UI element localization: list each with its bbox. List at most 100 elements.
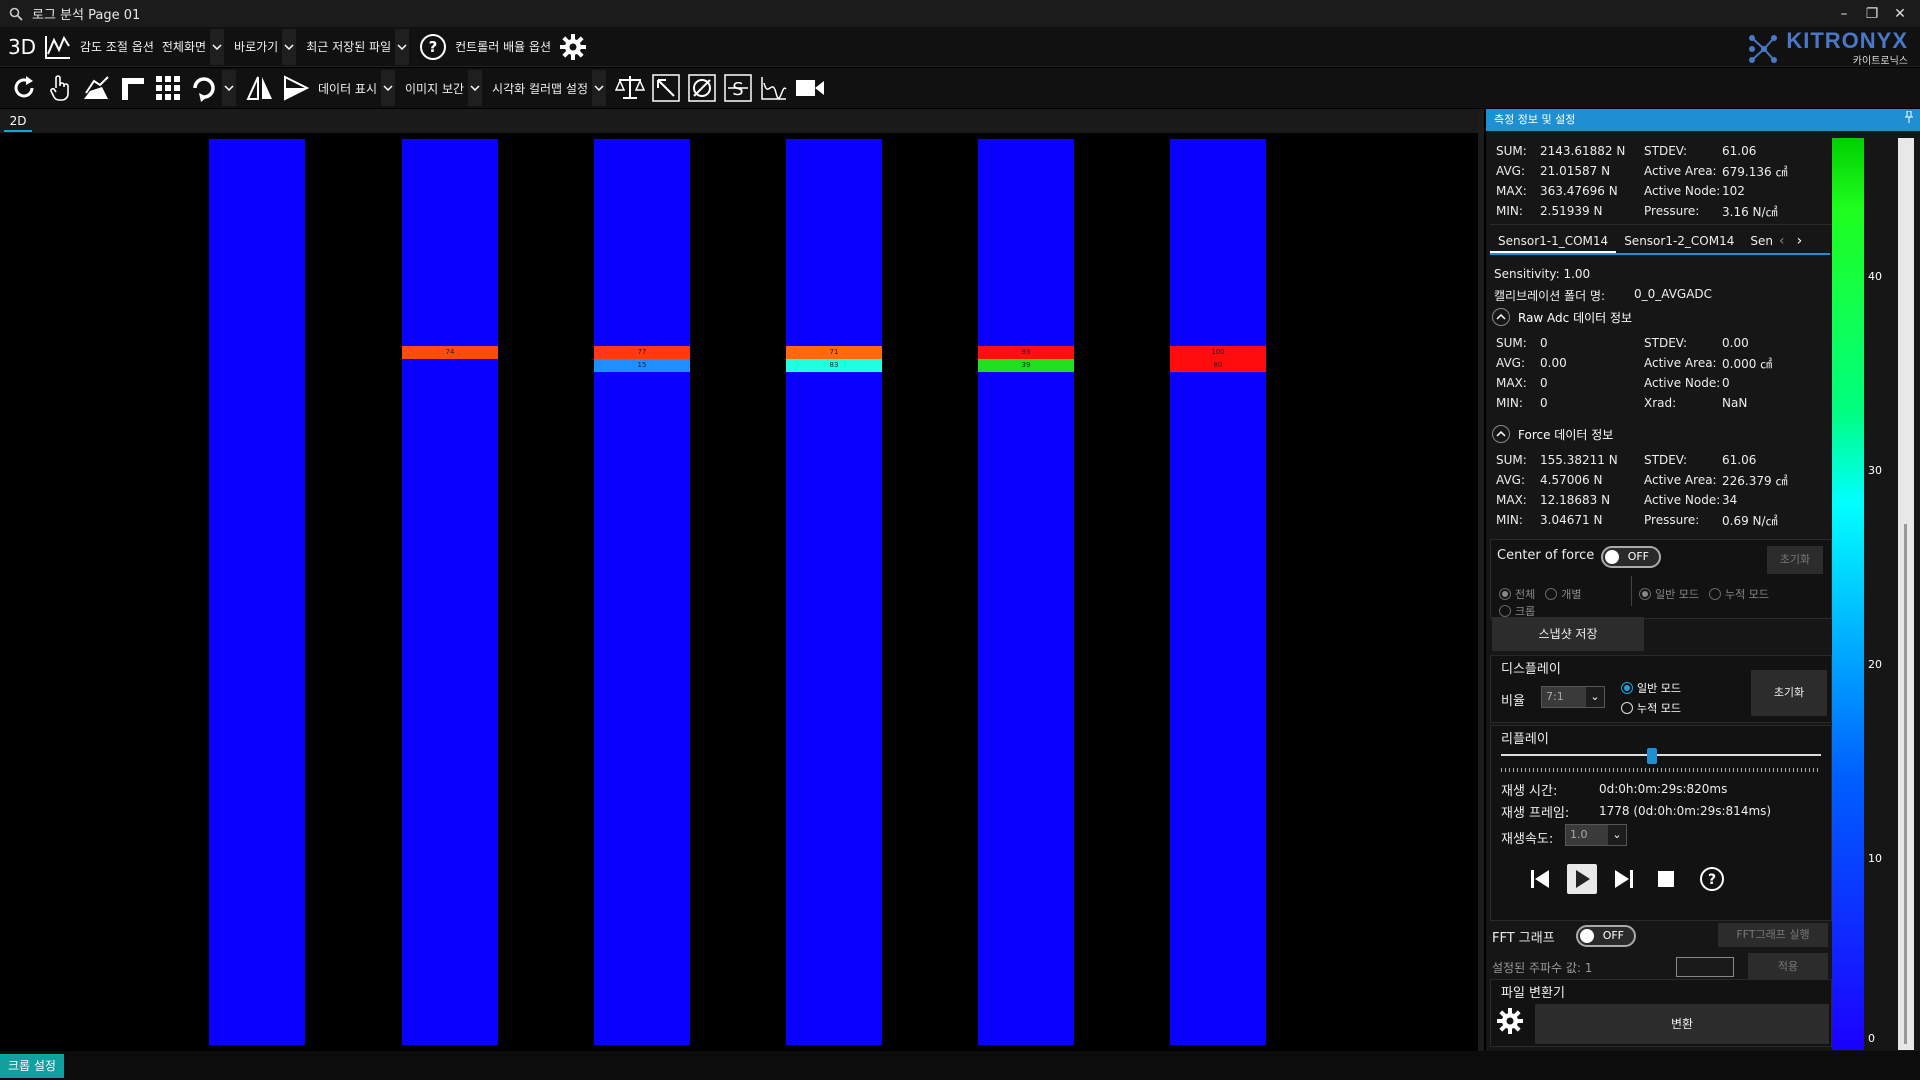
close-button[interactable]: ✕ xyxy=(1886,0,1914,27)
mirror-icon[interactable] xyxy=(280,70,312,106)
chevron-down-icon: ⌄ xyxy=(1586,687,1604,707)
stat-label: AVG: xyxy=(1496,164,1525,178)
splitter[interactable] xyxy=(1478,109,1484,1051)
image-interpolation-dropdown[interactable] xyxy=(468,70,483,106)
display-reset-button[interactable]: 초기화 xyxy=(1751,670,1827,716)
scale-balance-icon[interactable] xyxy=(614,70,646,106)
frequency-input[interactable] xyxy=(1676,957,1734,977)
cof-reset-button[interactable]: 초기화 xyxy=(1767,546,1823,574)
rotate-icon[interactable] xyxy=(188,70,220,106)
sensor-bar: 93 39 xyxy=(978,139,1074,1045)
stat-label: MAX: xyxy=(1496,493,1527,507)
radio-all[interactable]: 전체 xyxy=(1499,586,1535,602)
radio-label: 누적 모드 xyxy=(1724,588,1769,601)
shortcut-dropdown[interactable] xyxy=(282,28,297,65)
play-frame-value: 1778 (0d:0h:0m:29s:814ms) xyxy=(1599,804,1772,818)
replay-slider[interactable] xyxy=(1501,748,1821,764)
stop-icon[interactable] xyxy=(1651,864,1681,894)
crop-settings-button[interactable]: 크롭 설정 xyxy=(0,1054,64,1078)
play-time-value: 0d:0h:0m:29s:820ms xyxy=(1599,782,1728,796)
cof-mode-options: 일반 모드 누적 모드 xyxy=(1639,586,1829,603)
vector-tool-icon[interactable] xyxy=(650,70,682,106)
chevron-up-icon[interactable] xyxy=(1492,425,1510,443)
play-icon[interactable] xyxy=(1567,864,1597,894)
tab-sensor-1-2[interactable]: Sensor1-2_COM14 xyxy=(1616,229,1742,253)
summary-stats: SUM: 2143.61882 N STDEV: 61.06 AVG: 21.01587… xyxy=(1490,141,1832,225)
play-speed-select[interactable]: 1.0 ⌄ xyxy=(1565,824,1627,846)
chevron-left-icon[interactable]: ‹ xyxy=(1779,233,1785,249)
s-curve-icon[interactable]: S xyxy=(722,70,754,106)
radio-display-accum[interactable]: 누적 모드 xyxy=(1621,698,1681,718)
gear-icon[interactable] xyxy=(1495,1006,1525,1036)
center-of-force-toggle[interactable]: OFF xyxy=(1601,546,1661,568)
video-camera-icon[interactable] xyxy=(794,70,826,106)
scrollbar-thumb[interactable] xyxy=(1904,524,1907,1044)
data-display-button[interactable]: 데이터 표시 xyxy=(314,70,381,106)
data-display-dropdown[interactable] xyxy=(381,70,396,106)
radio-label: 전체 xyxy=(1515,588,1536,601)
legend-tick: 0 xyxy=(1868,1032,1875,1045)
play-frame-label: 재생 프레임: xyxy=(1501,806,1570,821)
tab-sensor-1-1[interactable]: Sensor1-1_COM14 xyxy=(1490,229,1617,253)
legend-scrollbar[interactable] xyxy=(1898,138,1914,1050)
radio-dot xyxy=(1708,588,1721,600)
diameter-icon[interactable] xyxy=(686,70,718,106)
stat-label: MIN: xyxy=(1496,396,1523,410)
grid-icon[interactable] xyxy=(152,70,184,106)
image-interpolation-button[interactable]: 이미지 보간 xyxy=(401,70,468,106)
controller-layout-button[interactable]: 컨트롤러 배율 옵션 xyxy=(451,29,555,65)
fft-toggle[interactable]: OFF xyxy=(1576,925,1636,947)
recent-file-button[interactable]: 최근 저장된 파일 xyxy=(302,29,395,65)
shortcut-button[interactable]: 바로가기 xyxy=(230,29,282,65)
radio-accum-mode[interactable]: 누적 모드 xyxy=(1708,586,1769,602)
skip-forward-icon[interactable] xyxy=(1609,864,1639,894)
flip-icon[interactable] xyxy=(244,70,276,106)
pin-icon[interactable] xyxy=(1904,109,1914,131)
graph-icon[interactable] xyxy=(42,29,74,65)
fullscreen-button[interactable]: 전체화면 xyxy=(158,29,210,65)
apply-button[interactable]: 적용 xyxy=(1748,953,1828,981)
color-map-button[interactable]: 시각화 컬러맵 설정 xyxy=(488,70,592,106)
ratio-select[interactable]: 7:1 ⌄ xyxy=(1541,686,1605,708)
gear-icon[interactable] xyxy=(557,29,589,65)
fullscreen-dropdown[interactable] xyxy=(210,28,225,65)
sensor-tab-bar: Sensor1-1_COM14 Sensor1-2_COM14 Sen ‹ › xyxy=(1490,229,1830,255)
chevron-right-icon[interactable]: › xyxy=(1797,233,1803,249)
restore-button[interactable]: ❐ xyxy=(1858,0,1886,27)
snapshot-save-button[interactable]: 스냅샷 저장 xyxy=(1492,617,1644,651)
tab-sensor-partial[interactable]: Sen xyxy=(1742,229,1775,253)
tab-2d[interactable]: 2D xyxy=(4,112,32,132)
sensitivity-options-button[interactable]: 감도 조절 옵션 xyxy=(76,29,158,65)
stat-value: 0 xyxy=(1540,376,1548,390)
minimize-button[interactable]: – xyxy=(1830,0,1858,27)
chevron-up-icon[interactable] xyxy=(1492,308,1510,326)
raw-adc-section-header[interactable]: Raw Adc 데이터 정보 xyxy=(1492,308,1632,326)
rotate-dropdown[interactable] xyxy=(222,70,236,106)
refresh-icon[interactable] xyxy=(8,70,40,106)
help-icon[interactable]: ? xyxy=(1697,864,1727,894)
surface-tool-icon[interactable] xyxy=(80,70,112,106)
convert-button[interactable]: 변환 xyxy=(1535,1004,1829,1044)
fft-run-button[interactable]: FFT그래프 실행 xyxy=(1718,923,1828,947)
sensor-canvas[interactable]: 74 77 15 71 83 93 39 100 80 xyxy=(0,133,1478,1051)
stat-value: 679.136 ㎠ xyxy=(1722,164,1788,179)
stat-label: Active Node: xyxy=(1644,376,1721,390)
color-map-dropdown[interactable] xyxy=(591,70,606,106)
help-icon[interactable]: ? xyxy=(417,29,449,65)
recent-file-dropdown[interactable] xyxy=(395,28,410,65)
radio-display-normal[interactable]: 일반 모드 xyxy=(1621,678,1681,698)
corner-tool-icon[interactable] xyxy=(116,70,148,106)
skip-back-icon[interactable] xyxy=(1525,864,1555,894)
slider-thumb[interactable] xyxy=(1647,748,1657,764)
view-3d-button[interactable]: 3D xyxy=(6,29,38,65)
fft-group: FFT 그래프 OFF FFT그래프 실행 설정된 주파수 값: 1 적용 xyxy=(1490,923,1832,987)
cof-scope-options: 전체 개별 크롭 xyxy=(1499,586,1629,620)
sensor-bar: 71 83 xyxy=(786,139,882,1045)
touch-hand-icon[interactable] xyxy=(44,70,76,106)
pressure-cell: 100 xyxy=(1170,346,1266,359)
force-section-header[interactable]: Force 데이터 정보 xyxy=(1492,425,1613,443)
sensor-bar: 100 80 xyxy=(1170,139,1266,1045)
radio-each[interactable]: 개별 xyxy=(1545,586,1582,602)
waveform-icon[interactable] xyxy=(758,70,790,106)
radio-normal-mode[interactable]: 일반 모드 xyxy=(1639,586,1699,602)
